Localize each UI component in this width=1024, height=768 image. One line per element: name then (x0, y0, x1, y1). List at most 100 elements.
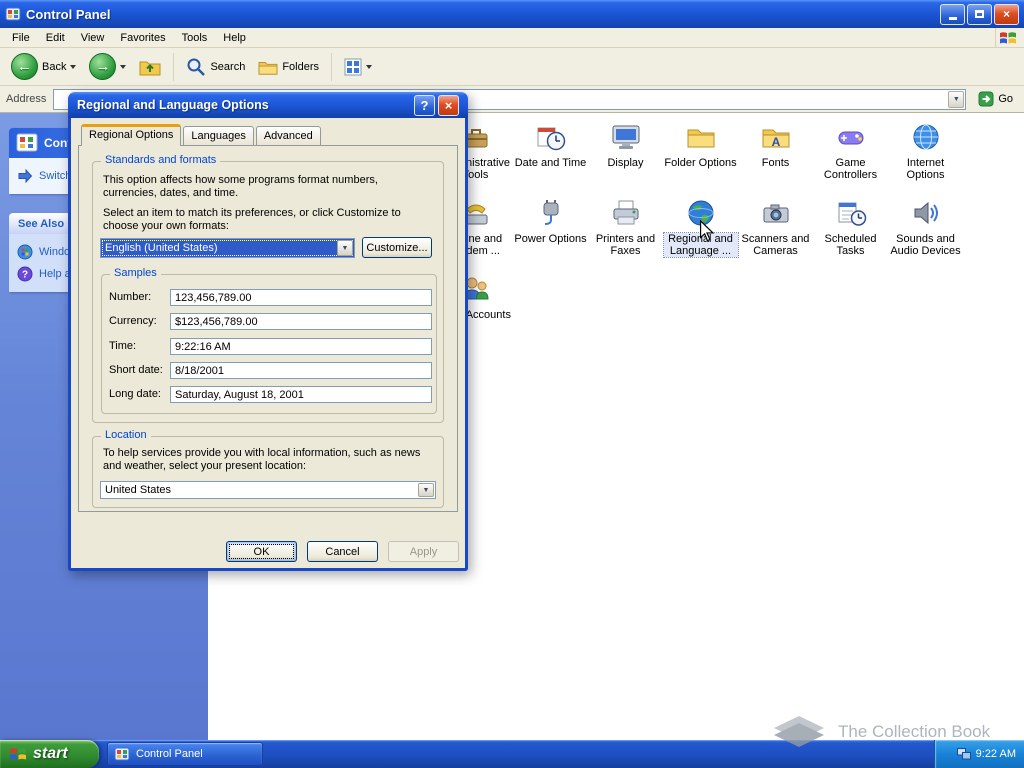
tray-time[interactable]: 9:22 AM (976, 748, 1016, 760)
tab-advanced[interactable]: Advanced (255, 126, 321, 145)
cp-icon-printers-and-faxes[interactable]: Printers and Faxes (588, 193, 663, 269)
sounds-audio-icon (914, 201, 938, 225)
long-date-sample-label: Long date: (109, 388, 161, 400)
folder-options-icon (687, 129, 714, 148)
folders-icon (258, 61, 278, 75)
menu-favorites[interactable]: Favorites (112, 30, 173, 46)
cp-icon-sounds-and-audio[interactable]: Sounds and Audio Devices (888, 193, 963, 269)
long-date-sample-field[interactable]: Saturday, August 18, 2001 (170, 386, 432, 403)
standards-instruction: Select an item to match its preferences,… (103, 207, 401, 232)
search-button[interactable]: Search (181, 55, 250, 79)
cp-icon-power-options[interactable]: Power Options (513, 193, 588, 269)
format-select[interactable]: English (United States) ▼ (100, 238, 355, 258)
toolbar-separator (331, 52, 333, 81)
task-label: Control Panel (136, 748, 203, 760)
go-button[interactable]: Go (973, 89, 1018, 109)
cp-icon-label: Sounds and Audio Devices (890, 233, 961, 257)
back-label: Back (42, 60, 67, 73)
cp-icon-internet-options[interactable]: Internet Options (888, 117, 963, 193)
cp-icon-label: Scheduled Tasks (824, 233, 877, 257)
svg-text:?: ? (22, 270, 28, 281)
up-button[interactable] (134, 55, 166, 79)
customize-label: Customize... (366, 241, 428, 254)
dialog-tabs: Regional Options Languages Advanced (81, 124, 323, 146)
location-select-arrow-icon[interactable]: ▼ (418, 483, 434, 497)
folders-label: Folders (282, 60, 320, 73)
views-icon (344, 58, 362, 75)
location-group: Location To help services provide you wi… (92, 429, 444, 508)
cp-icon-scheduled-tasks[interactable]: Scheduled Tasks (813, 193, 888, 269)
network-icon[interactable] (956, 748, 971, 760)
cp-icon-label: Power Options (514, 233, 587, 245)
dialog-help-button[interactable]: ? (414, 94, 435, 116)
scanners-cameras-icon (763, 204, 788, 223)
standards-formats-caption: Standards and formats (101, 154, 221, 166)
folder-up-icon (139, 61, 161, 75)
dialog-title: Regional and Language Options (77, 98, 269, 112)
number-sample-label: Number: (109, 291, 152, 303)
system-tray: 9:22 AM (934, 740, 1024, 768)
folders-button[interactable]: Folders (253, 56, 324, 78)
game-controllers-icon (838, 131, 863, 145)
mouse-cursor (699, 220, 715, 242)
cp-icon-game-controllers[interactable]: Game Controllers (813, 117, 888, 193)
time-sample-label: Time: (109, 340, 137, 352)
forward-button[interactable]: → (84, 51, 131, 82)
cp-icon-display[interactable]: Display (588, 117, 663, 193)
address-label: Address (6, 93, 47, 105)
tab-regional-options[interactable]: Regional Options (81, 124, 182, 146)
apply-label: Apply (409, 545, 438, 558)
address-dropdown-icon[interactable]: ▼ (948, 90, 965, 108)
short-date-sample-label: Short date: (109, 364, 163, 376)
control-panel-icon (114, 747, 130, 761)
cp-icon-fonts[interactable]: A Fonts (738, 117, 813, 193)
cancel-button[interactable]: Cancel (307, 541, 378, 562)
customize-button[interactable]: Customize... (362, 237, 432, 258)
svg-text:A: A (771, 135, 780, 149)
menu-edit[interactable]: Edit (38, 30, 73, 46)
maximize-button[interactable] (967, 3, 992, 25)
search-label: Search (210, 60, 246, 73)
format-select-arrow-icon[interactable]: ▼ (337, 240, 353, 256)
power-options-icon (543, 200, 558, 225)
maximize-icon (975, 10, 984, 18)
tab-languages[interactable]: Languages (183, 126, 254, 145)
ok-button[interactable]: OK (226, 541, 297, 562)
cp-icon-folder-options[interactable]: Folder Options (663, 117, 738, 193)
dialog-close-button[interactable]: × (438, 94, 459, 116)
cp-icon-label: Date and Time (514, 157, 587, 169)
number-sample-field[interactable]: 123,456,789.00 (170, 289, 432, 306)
start-button[interactable]: start (0, 740, 99, 768)
start-label: start (33, 745, 68, 762)
back-button[interactable]: ← Back (6, 51, 81, 82)
minimize-button[interactable] (940, 3, 965, 25)
short-date-sample-field[interactable]: 8/18/2001 (170, 362, 432, 379)
cp-icon-label: Printers and Faxes (595, 233, 656, 257)
printers-faxes-icon (613, 200, 638, 225)
location-select[interactable]: United States ▼ (100, 481, 436, 499)
taskbar: start Control Panel 9:22 AM (0, 740, 1024, 768)
views-button[interactable] (339, 56, 377, 78)
back-icon: ← (11, 53, 38, 80)
window-titlebar: Control Panel × (0, 0, 1024, 28)
close-button[interactable]: × (994, 3, 1019, 25)
cp-icon-label: Folder Options (664, 157, 737, 169)
minimize-icon (948, 16, 957, 20)
time-sample-field[interactable]: 9:22:16 AM (170, 338, 432, 355)
views-dropdown-icon (366, 64, 373, 69)
menu-view[interactable]: View (73, 30, 113, 46)
currency-sample-field[interactable]: $123,456,789.00 (170, 313, 432, 330)
help-icon: ? (17, 266, 33, 282)
cp-icon-date-and-time[interactable]: Date and Time (513, 117, 588, 193)
windows-logo-icon (995, 28, 1020, 47)
menu-tools[interactable]: Tools (174, 30, 216, 46)
control-panel-icon (5, 7, 21, 21)
apply-button[interactable]: Apply (388, 541, 459, 562)
taskbar-task-control-panel[interactable]: Control Panel (107, 742, 263, 766)
search-icon (187, 58, 206, 76)
menu-file[interactable]: File (4, 30, 38, 46)
menu-help[interactable]: Help (215, 30, 254, 46)
cp-icon-scanners-and-cameras[interactable]: Scanners and Cameras (738, 193, 813, 269)
go-icon (978, 91, 994, 107)
toolbar: ← Back → Search Folders (0, 48, 1024, 86)
